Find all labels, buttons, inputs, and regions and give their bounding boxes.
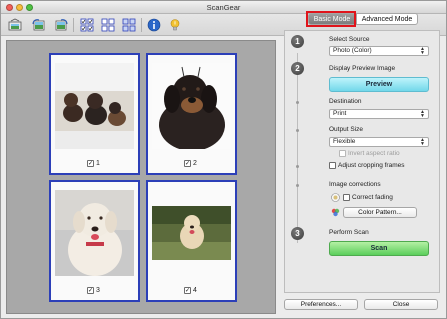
thumbnail-checkbox[interactable]: ✓ <box>87 287 94 294</box>
updown-arrows-icon: ▲ ▼ <box>420 46 425 56</box>
thumbnail-3[interactable]: ✓ 3 <box>49 180 140 302</box>
source-select[interactable]: Photo (Color) ▲ ▼ <box>329 46 429 56</box>
thumbnail-number: 3 <box>96 287 100 294</box>
invert-aspect-ratio-row: Invert aspect ratio <box>339 150 400 157</box>
select-source-label: Select Source <box>329 36 370 43</box>
thumbnail-1[interactable]: ✓ 1 <box>49 53 140 175</box>
preview-area[interactable]: ✓ 1 ✓ 2 ✓ 3 ✓ 4 <box>6 40 276 314</box>
multi-crop-icon[interactable] <box>120 16 138 34</box>
grid-icon[interactable] <box>99 16 117 34</box>
thumbnail-checkbox[interactable]: ✓ <box>87 160 94 167</box>
window-title: ScanGear <box>206 3 241 12</box>
adjust-cropping-frames-label: Adjust cropping frames <box>338 162 405 169</box>
thumbnail-photo <box>55 63 134 149</box>
settings-panel: 1 Select Source Photo (Color) ▲ ▼ 2 Displ… <box>284 30 440 293</box>
invert-aspect-ratio-label: Invert aspect ratio <box>348 150 400 157</box>
thumbnail-number: 2 <box>193 160 197 167</box>
thumbnail-number: 4 <box>193 287 197 294</box>
correct-fading-row[interactable]: Correct fading <box>343 194 393 201</box>
correct-fading-checkbox[interactable] <box>343 194 350 201</box>
minimize-window-icon[interactable] <box>16 4 23 11</box>
maximize-window-icon[interactable] <box>26 4 33 11</box>
rotate-left-icon[interactable] <box>30 16 48 34</box>
destination-select-value: Print <box>333 110 347 117</box>
scangear-window: ScanGear ✓ 1 ✓ 2 ✓ 3 ✓ 4 Basic Mode Adva… <box>0 0 447 319</box>
highlight-box <box>306 11 356 27</box>
invert-aspect-ratio-checkbox <box>339 150 346 157</box>
thumbnail-checkbox-row[interactable]: ✓ 1 <box>87 160 100 167</box>
color-pattern-icon <box>331 208 340 219</box>
step-2-icon: 2 <box>291 62 304 75</box>
display-preview-label: Display Preview Image <box>329 65 396 72</box>
step-3-icon: 3 <box>291 227 304 240</box>
close-button[interactable]: Close <box>364 299 438 310</box>
option-dot <box>296 184 299 187</box>
updown-arrows-icon: ▲ ▼ <box>420 137 425 147</box>
output-size-select[interactable]: Flexible ▲ ▼ <box>329 137 429 147</box>
hint-icon[interactable] <box>166 16 184 34</box>
output-size-select-value: Flexible <box>333 138 356 145</box>
select-all-icon[interactable] <box>78 16 96 34</box>
updown-arrows-icon: ▲ ▼ <box>420 109 425 119</box>
preview-button[interactable]: Preview <box>329 77 429 92</box>
image-corrections-label: Image corrections <box>329 181 381 188</box>
toolbar-separator <box>73 18 74 32</box>
rotate-right-icon[interactable] <box>52 16 70 34</box>
option-dot <box>296 165 299 168</box>
toolbar-separator <box>141 18 142 32</box>
option-dot <box>296 101 299 104</box>
correct-fading-icon <box>331 193 340 204</box>
thumbnail-4[interactable]: ✓ 4 <box>146 180 237 302</box>
thumbnail-checkbox[interactable]: ✓ <box>184 287 191 294</box>
option-dot <box>296 129 299 132</box>
destination-select[interactable]: Print ▲ ▼ <box>329 109 429 119</box>
thumbnail-2[interactable]: ✓ 2 <box>146 53 237 175</box>
adjust-cropping-frames-checkbox[interactable] <box>329 162 336 169</box>
source-select-value: Photo (Color) <box>333 47 372 54</box>
thumbnail-checkbox-row[interactable]: ✓ 4 <box>184 287 197 294</box>
thumbnail-checkbox-row[interactable]: ✓ 3 <box>87 287 100 294</box>
adjust-cropping-frames-row[interactable]: Adjust cropping frames <box>329 162 404 169</box>
scan-button[interactable]: Scan <box>329 241 429 256</box>
preferences-button[interactable]: Preferences... <box>284 299 358 310</box>
close-window-icon[interactable] <box>6 4 13 11</box>
step-1-icon: 1 <box>291 35 304 48</box>
step-connector-line <box>297 53 298 243</box>
destination-label: Destination <box>329 98 362 105</box>
color-pattern-button[interactable]: Color Pattern... <box>343 207 417 218</box>
scan-icon[interactable] <box>6 16 24 34</box>
thumbnail-photo <box>55 190 134 276</box>
thumbnail-photo <box>152 63 231 149</box>
tab-advanced-mode[interactable]: Advanced Mode <box>356 13 418 25</box>
info-icon[interactable] <box>145 16 163 34</box>
correct-fading-label: Correct fading <box>352 194 393 201</box>
thumbnail-photo <box>152 190 231 276</box>
bottom-bar: Preferences... Close <box>284 297 440 313</box>
output-size-label: Output Size <box>329 126 363 133</box>
thumbnail-number: 1 <box>96 160 100 167</box>
perform-scan-label: Perform Scan <box>329 229 369 236</box>
thumbnail-checkbox-row[interactable]: ✓ 2 <box>184 160 197 167</box>
thumbnail-checkbox[interactable]: ✓ <box>184 160 191 167</box>
